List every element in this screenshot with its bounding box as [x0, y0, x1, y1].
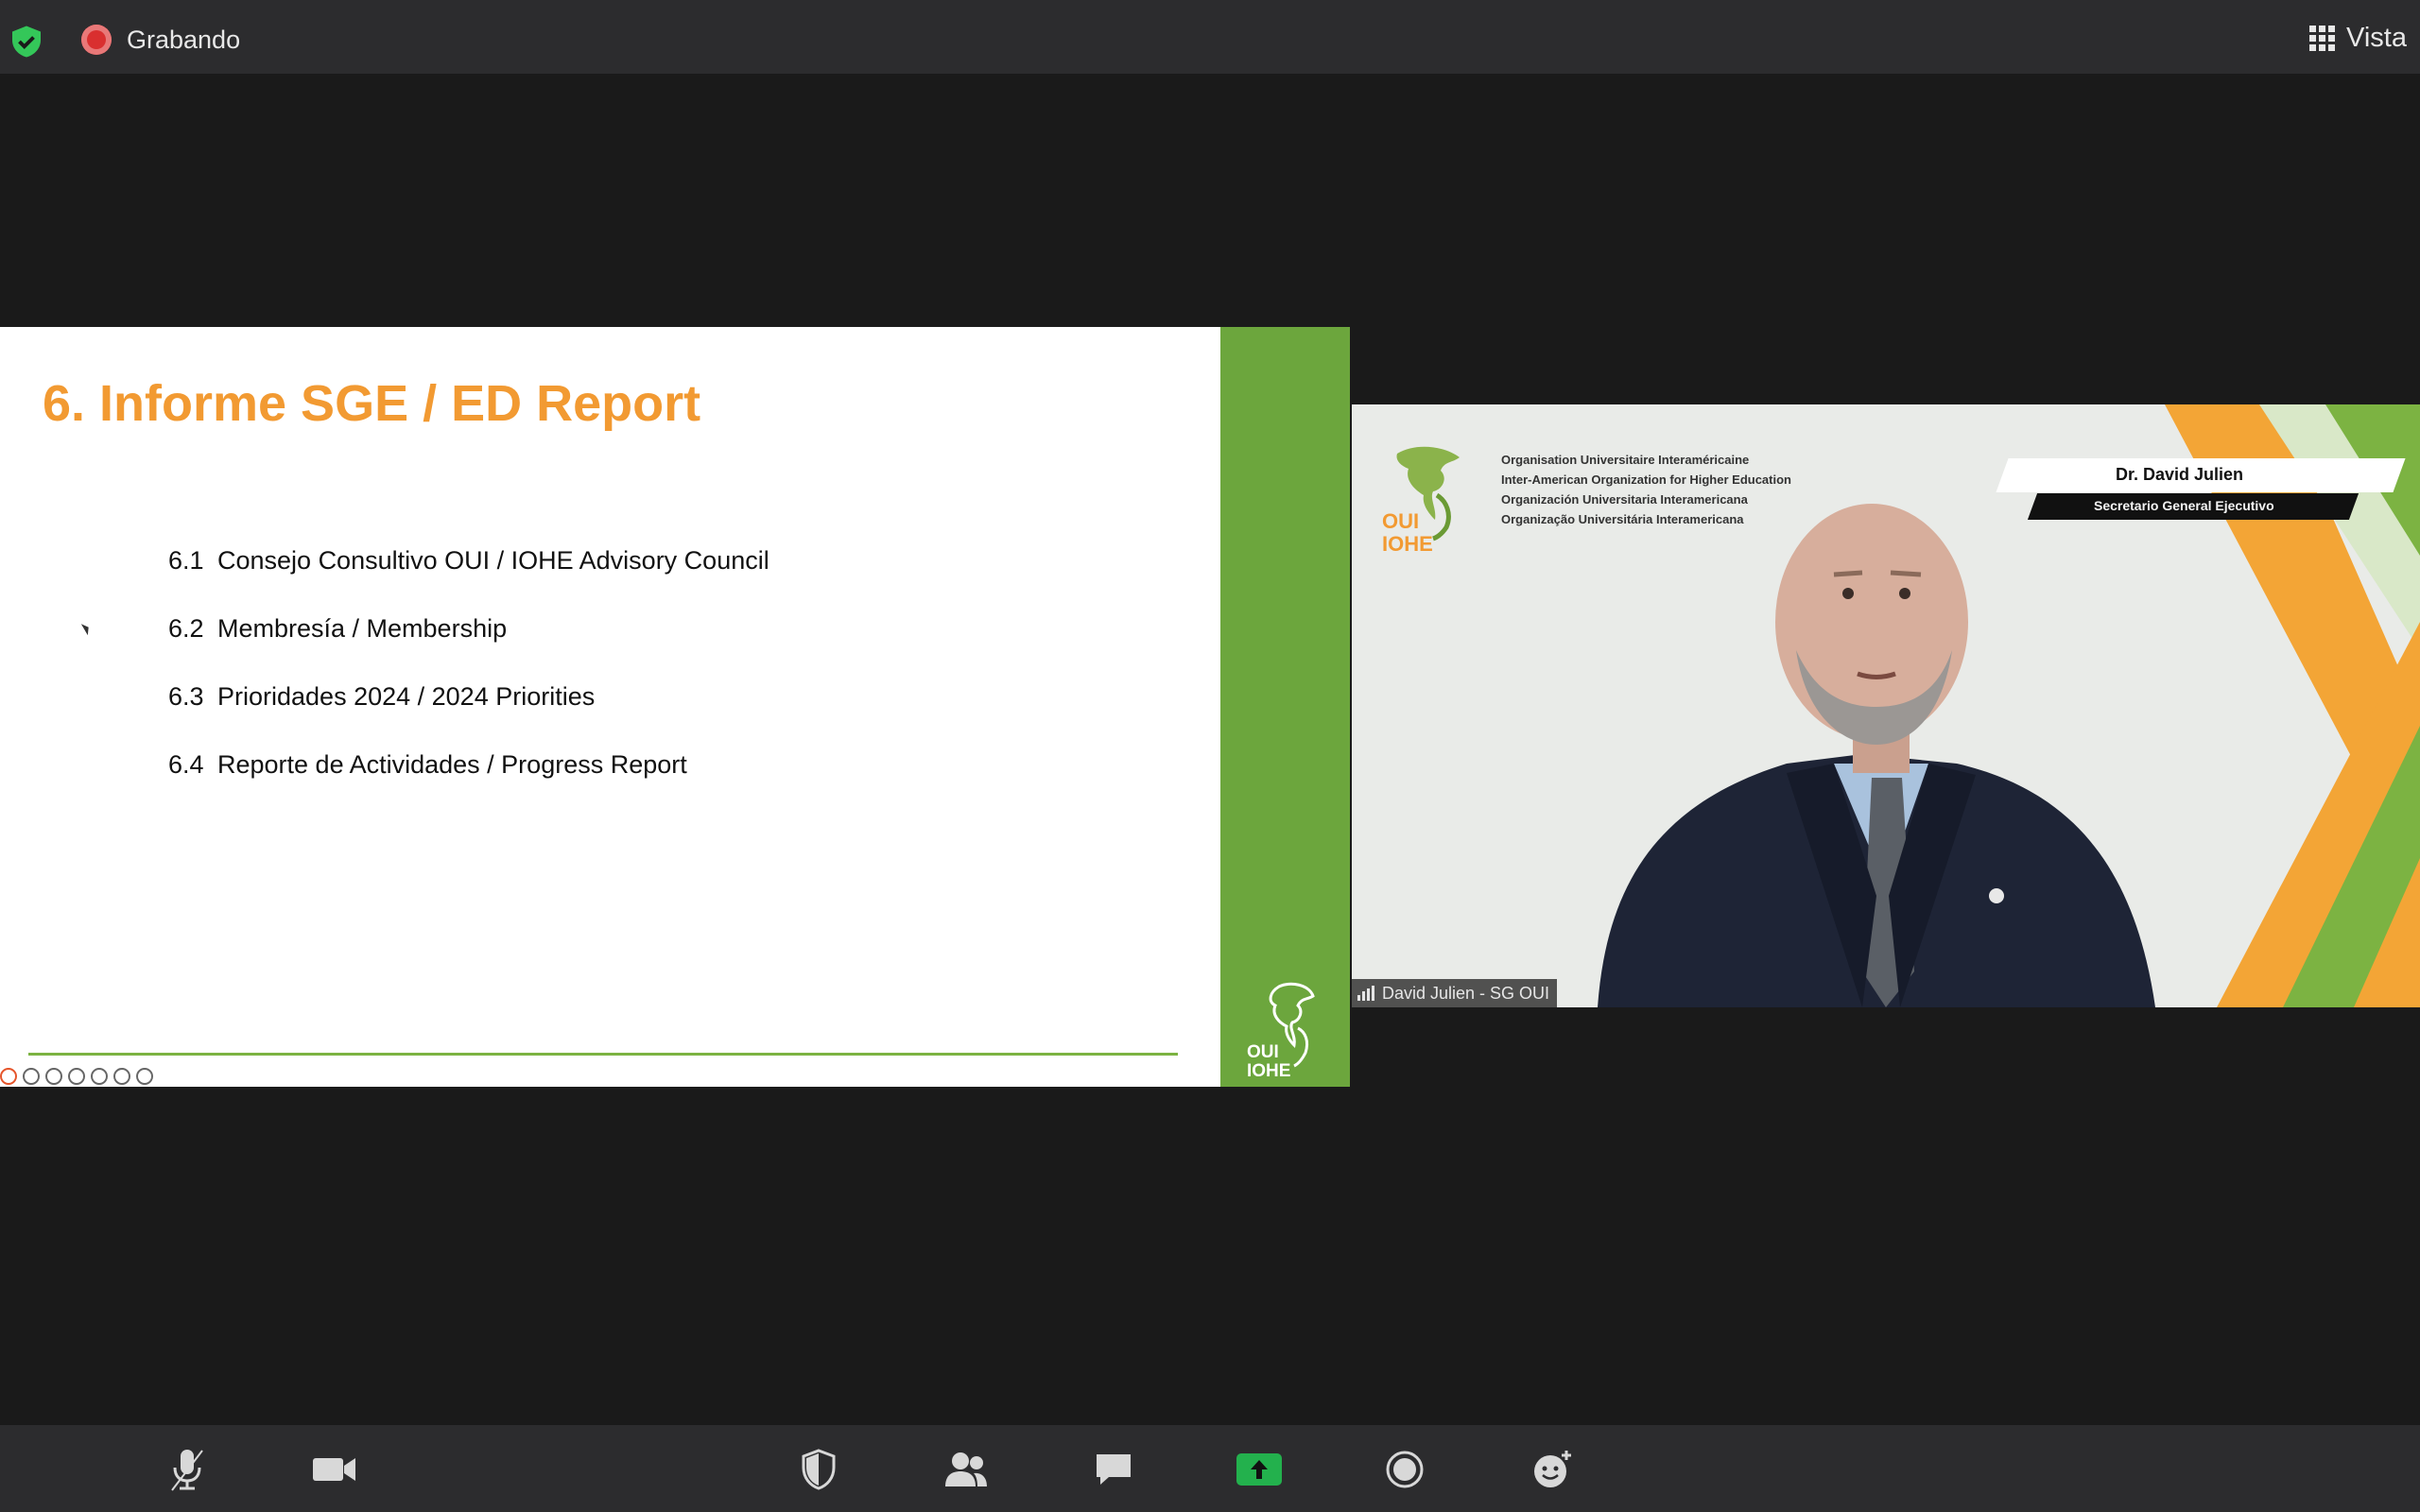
zoom-meeting-window: Grabando Vista 6. Informe SGE / ED Repor… [0, 0, 2420, 1512]
item-text: Prioridades 2024 / 2024 Priorities [217, 682, 596, 711]
captions-icon[interactable] [68, 1068, 85, 1085]
slide-footer-divider [28, 1053, 1178, 1056]
security-shield-icon [802, 1449, 836, 1490]
connection-signal-icon [1357, 986, 1374, 1001]
recording-label: Grabando [127, 25, 241, 54]
encryption-shield-icon[interactable] [9, 25, 43, 59]
list-item: 6.4 Reporte de Actividades / Progress Rep… [168, 750, 687, 780]
microphone-icon [171, 1450, 203, 1491]
slide-title: 6. Informe SGE / ED Report [43, 375, 701, 432]
share-screen-icon [1236, 1453, 1282, 1486]
video-camera-icon [313, 1458, 355, 1481]
record-button[interactable] [1376, 1444, 1433, 1495]
reactions-button[interactable] [1524, 1444, 1581, 1495]
view-label: Vista [2346, 23, 2407, 53]
shared-screen-slide: 6. Informe SGE / ED Report 6.1 Consejo Co… [0, 327, 1350, 1087]
zoom-icon[interactable] [45, 1068, 62, 1085]
item-number: 6.4 [168, 750, 204, 779]
grid-view-icon [2309, 26, 2336, 51]
slide-brand-band: OUI IOHE [1220, 327, 1350, 1087]
list-item: 6.2 Membresía / Membership [168, 614, 507, 644]
participant-name: David Julien - SG OUI [1382, 983, 1550, 1003]
security-button[interactable] [790, 1444, 847, 1495]
next-slide-icon[interactable] [136, 1068, 153, 1085]
previous-slide-icon[interactable] [0, 1068, 17, 1085]
record-icon [1386, 1451, 1424, 1488]
more-options-icon[interactable] [113, 1068, 130, 1085]
item-text: Consejo Consultivo OUI / IOHE Advisory C… [217, 546, 769, 575]
mouse-cursor-icon [80, 621, 93, 636]
recording-indicator[interactable]: Grabando [81, 25, 240, 55]
band-logo-text: OUI IOHE [1247, 1042, 1291, 1081]
speaker-person [1598, 504, 2155, 1007]
video-button[interactable] [306, 1444, 363, 1495]
item-number: 6.2 [168, 614, 204, 643]
participants-icon [945, 1452, 987, 1486]
microphone-button[interactable] [159, 1444, 216, 1495]
view-button[interactable]: Vista [2309, 23, 2407, 54]
camera-icon[interactable] [91, 1068, 108, 1085]
video-org-short-name: OUI IOHE [1382, 509, 1433, 556]
top-bar: Grabando Vista [0, 0, 2420, 74]
list-item: 6.3 Prioridades 2024 / 2024 Priorities [168, 682, 595, 712]
chat-button[interactable] [1085, 1444, 1142, 1495]
participants-button[interactable] [938, 1444, 994, 1495]
item-number: 6.1 [168, 546, 204, 575]
chat-icon [1097, 1454, 1131, 1485]
reactions-icon [1534, 1451, 1571, 1487]
slide-navigation-tools [0, 1068, 153, 1085]
list-item: 6.1 Consejo Consultivo OUI / IOHE Advisor… [168, 546, 769, 576]
participant-name-tag: David Julien - SG OUI [1352, 979, 1558, 1007]
recording-dot-icon [81, 25, 112, 55]
pen-tool-icon[interactable] [23, 1068, 40, 1085]
share-screen-button[interactable] [1231, 1444, 1288, 1495]
speaker-video-tile[interactable]: OUI IOHE Organisation Universitaire Inte… [1352, 404, 2420, 1007]
item-text: Reporte de Actividades / Progress Report [217, 750, 687, 779]
meeting-controls-toolbar [0, 1425, 2420, 1512]
item-text: Membresía / Membership [217, 614, 508, 643]
item-number: 6.3 [168, 682, 204, 711]
